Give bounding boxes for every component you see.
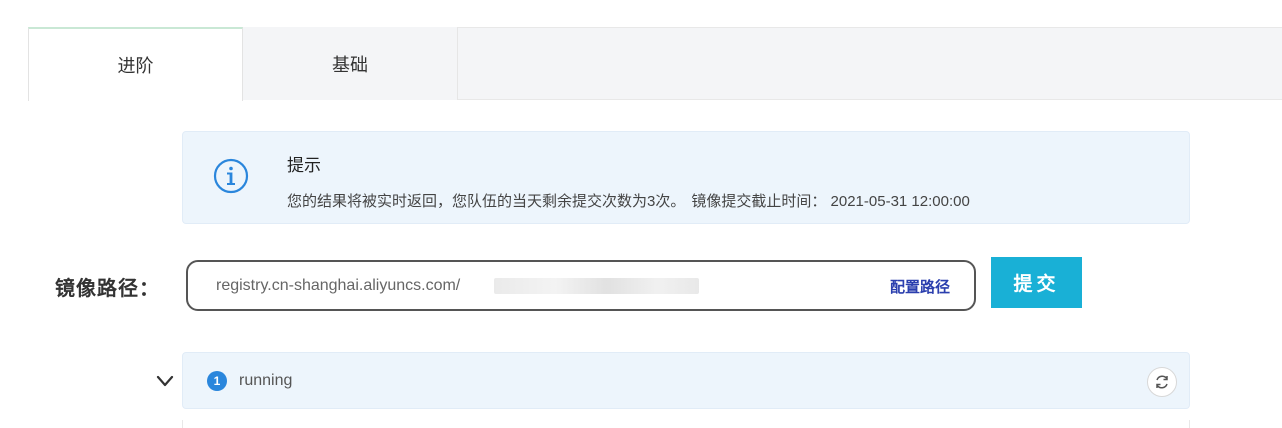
refresh-button[interactable]: [1147, 367, 1177, 397]
submit-button[interactable]: 提交: [991, 257, 1082, 308]
tip-message: 您的结果将被实时返回，您队伍的当天剩余提交次数为3次。 镜像提交截止时间： 202…: [287, 190, 970, 211]
next-panel-edge: [182, 420, 1190, 428]
tab-advanced-label: 进阶: [117, 56, 154, 76]
status-badge: 1: [207, 371, 227, 391]
refresh-icon: [1156, 375, 1168, 389]
tip-deadline: 镜像提交截止时间： 2021-05-31 12:00:00: [691, 193, 970, 210]
submission-status-row: 1 running: [182, 352, 1190, 409]
tip-title: 提示: [287, 156, 321, 175]
info-icon: [213, 158, 249, 194]
image-path-label: 镜像路径：: [55, 278, 160, 300]
tip-panel: 提示 您的结果将被实时返回，您队伍的当天剩余提交次数为3次。 镜像提交截止时间： …: [182, 131, 1190, 224]
tip-message-text: 您的结果将被实时返回，您队伍的当天剩余提交次数为3次。: [287, 193, 686, 210]
tab-basic[interactable]: 基础: [243, 27, 458, 100]
tab-basic-label: 基础: [332, 54, 368, 75]
tab-advanced[interactable]: 进阶: [28, 27, 243, 101]
chevron-down-icon[interactable]: [156, 372, 174, 390]
tab-bar: 进阶 基础: [28, 27, 1282, 101]
config-path-link[interactable]: 配置路径: [890, 276, 950, 297]
redacted-path-segment: [494, 278, 699, 294]
status-text: running: [239, 372, 293, 389]
image-path-field[interactable]: 配置路径: [186, 260, 976, 311]
